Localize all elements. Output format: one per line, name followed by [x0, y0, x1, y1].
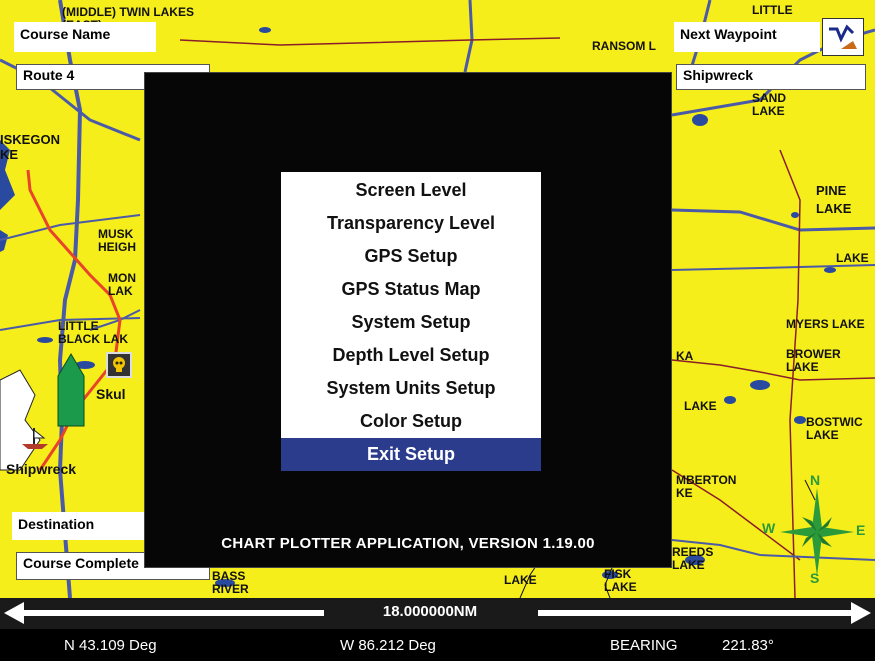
skull-waypoint-icon[interactable] [106, 352, 132, 378]
map-label-ransom-lake: RANSOM L [592, 39, 656, 53]
menu-item-depth-level-setup[interactable]: Depth Level Setup [281, 339, 541, 372]
map-label-reeds-lake: REEDS LAKE [672, 545, 714, 572]
scale-value: 18.000000NM [382, 603, 478, 620]
menu-item-color-setup[interactable]: Color Setup [281, 405, 541, 438]
course-name-label: Course Name [14, 22, 156, 52]
menu-item-transparency-level[interactable]: Transparency Level [281, 207, 541, 240]
map-label-lake-bottom: LAKE [504, 573, 537, 587]
longitude-readout: W 86.212 Deg [340, 637, 436, 654]
navigate-to-waypoint-icon[interactable] [822, 18, 864, 56]
map-label-ka: KA [676, 349, 694, 363]
bearing-value: 221.83° [722, 637, 774, 654]
next-waypoint-label: Next Waypoint [674, 22, 820, 52]
map-label-shipwreck: Shipwreck [6, 461, 77, 477]
menu-item-screen-level[interactable]: Screen Level [281, 174, 541, 207]
chart-plotter-window: (MIDDLE) TWIN LAKES (EAST) LITTLE RANSOM… [0, 0, 875, 661]
compass-west-label: W [762, 520, 776, 536]
map-label-bass-river: BASS RIVER [212, 569, 249, 596]
menu-item-system-setup[interactable]: System Setup [281, 306, 541, 339]
compass-south-label: S [810, 570, 820, 586]
status-bar: N 43.109 Deg W 86.212 Deg BEARING 221.83… [0, 629, 875, 661]
map-label-fisk-lake: FISK LAKE [604, 567, 637, 594]
map-label-mon-lake: MON LAK [108, 271, 136, 298]
menu-item-system-units-setup[interactable]: System Units Setup [281, 372, 541, 405]
map-label-pine-lake: PINE LAKE [816, 183, 852, 216]
map-label-lake-mid: LAKE [684, 399, 717, 413]
menu-item-exit-setup[interactable]: Exit Setup [281, 438, 541, 471]
map-label-lake-ne: LAKE [836, 251, 869, 265]
map-label-bostwick-lake: BOSTWIC LAKE [806, 415, 863, 442]
next-waypoint-field[interactable]: Shipwreck [676, 64, 866, 90]
scale-bar: 18.000000NM [0, 598, 875, 629]
map-label-little-black-lake: LITTLE BLACK LAK [58, 319, 128, 346]
map-label-mberton: MBERTON KE [676, 473, 737, 500]
menu-item-gps-status-map[interactable]: GPS Status Map [281, 273, 541, 306]
boat-position-icon [57, 353, 85, 427]
version-text: CHART PLOTTER APPLICATION, VERSION 1.19.… [221, 535, 595, 552]
menu-item-gps-setup[interactable]: GPS Setup [281, 240, 541, 273]
bearing-label: BEARING [610, 637, 678, 654]
map-label-muskegon: ISKEGON KE [0, 132, 60, 162]
latitude-readout: N 43.109 Deg [64, 637, 157, 654]
chart-map[interactable]: (MIDDLE) TWIN LAKES (EAST) LITTLE RANSOM… [0, 0, 875, 598]
compass-north-label: N [810, 472, 821, 488]
map-label-sand-lake: SAND LAKE [752, 91, 787, 118]
map-label-musk-heights: MUSK HEIGH [98, 227, 137, 254]
map-label-myers-lake: MYERS LAKE [786, 317, 865, 331]
setup-dialog: Screen Level Transparency Level GPS Setup G… [144, 72, 672, 568]
setup-menu: Screen Level Transparency Level GPS Setup G… [281, 172, 541, 471]
compass-east-label: E [856, 522, 866, 538]
destination-label: Destination [12, 512, 144, 540]
shipwreck-waypoint-icon[interactable] [20, 426, 50, 450]
map-label-brower-lake: BROWER LAKE [786, 347, 841, 374]
map-label-little: LITTLE [752, 3, 793, 17]
map-label-skull: Skul [96, 386, 126, 402]
